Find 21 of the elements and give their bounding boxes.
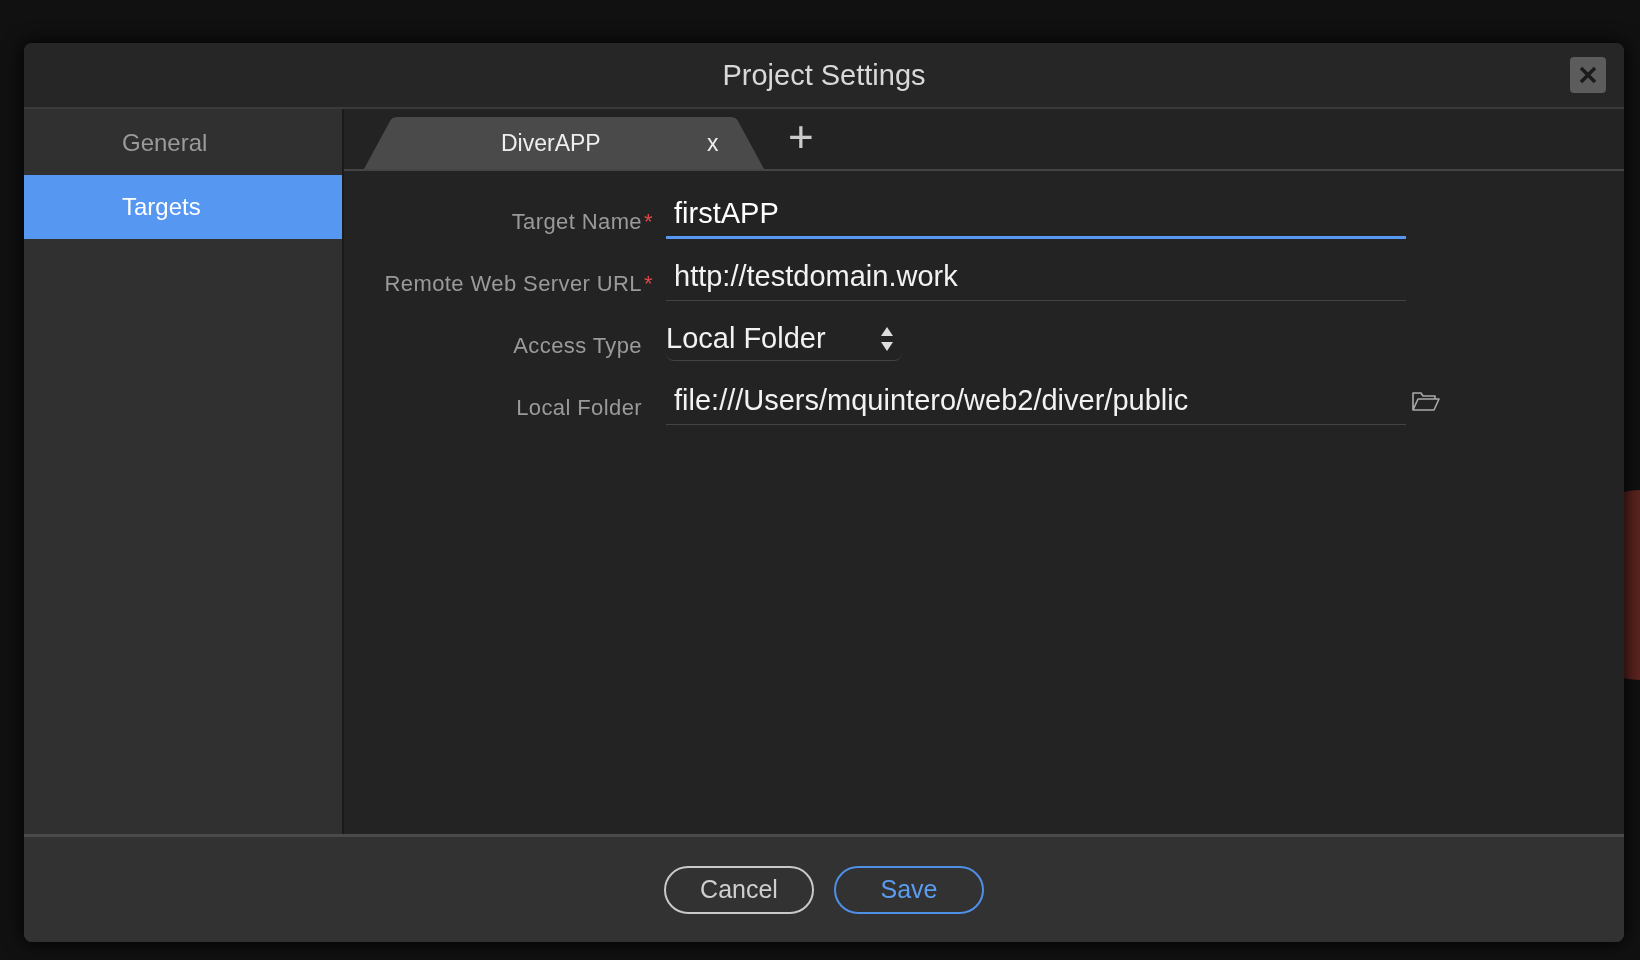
- input-field[interactable]: http://testdomain.work: [666, 253, 1406, 301]
- required-mark: *: [644, 271, 653, 296]
- close-icon: [1578, 65, 1598, 85]
- window-title: Project Settings: [722, 58, 926, 92]
- save-button[interactable]: Save: [834, 865, 984, 914]
- close-button[interactable]: [1570, 57, 1606, 93]
- up-down-arrows-icon: [880, 325, 894, 352]
- input-field[interactable]: firstAPP: [666, 191, 1406, 239]
- sidebar-item[interactable]: General: [24, 111, 342, 175]
- field-label: Access Type: [513, 333, 642, 359]
- field-label: Remote Web Server URL: [384, 271, 642, 297]
- cancel-button[interactable]: Cancel: [664, 865, 814, 914]
- tab-close-button[interactable]: x: [707, 129, 719, 157]
- input-field[interactable]: file:///Users/mquintero/web2/diver/public: [666, 377, 1406, 425]
- folder-icon[interactable]: [1411, 390, 1441, 412]
- required-mark: *: [644, 209, 653, 234]
- target-tab[interactable]: DiverAPP x: [364, 117, 764, 169]
- add-tab-button[interactable]: +: [788, 115, 814, 159]
- field-label: Local Folder: [516, 395, 642, 421]
- field-label: Target Name: [511, 209, 642, 235]
- access-type-select[interactable]: Local Folder: [666, 317, 902, 361]
